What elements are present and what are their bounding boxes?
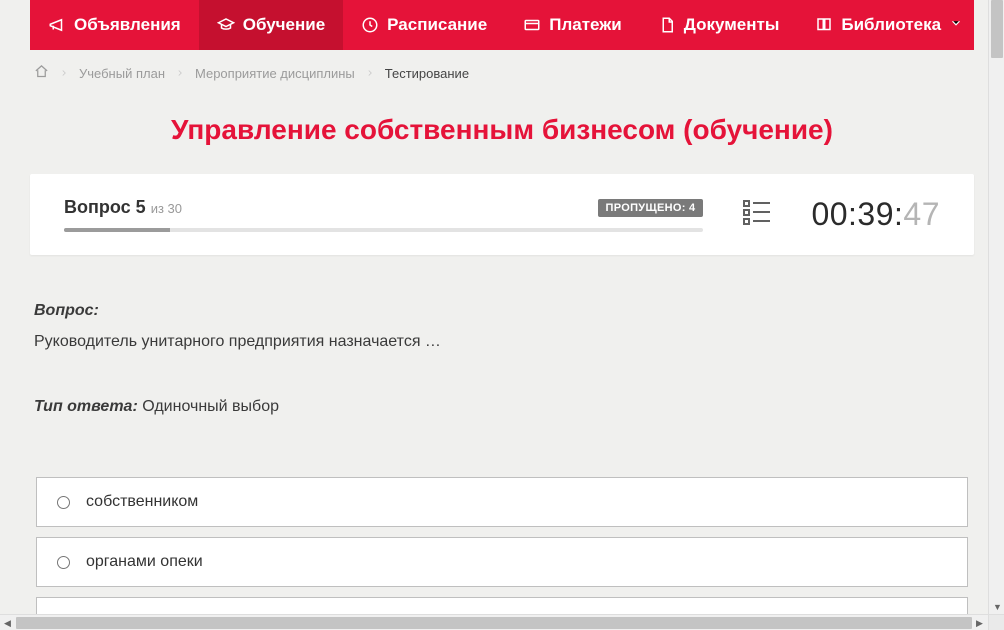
main-nav: Объявления Обучение Расписание Платежи xyxy=(30,0,974,50)
answer-radio[interactable] xyxy=(57,496,70,509)
graduation-icon xyxy=(217,16,235,34)
answer-option[interactable]: органами опеки xyxy=(36,537,968,587)
nav-label: Библиотека xyxy=(841,15,941,35)
question-total: 30 xyxy=(168,201,182,216)
answer-option[interactable]: собранием учредителей xyxy=(36,597,968,614)
chevron-right-icon xyxy=(59,66,69,81)
progress-bar xyxy=(64,228,703,232)
answer-type: Одиночный выбор xyxy=(142,398,279,415)
answer-option[interactable]: собственником xyxy=(36,477,968,527)
question-text: Руководитель унитарного предприятия назн… xyxy=(34,330,970,355)
question-list-toggle[interactable] xyxy=(743,199,771,230)
question-progress: Вопрос 5 из 30 ПРОПУЩЕНО: 4 xyxy=(64,197,703,232)
skipped-badge: ПРОПУЩЕНО: 4 xyxy=(598,199,704,217)
answer-type-label: Тип ответа: xyxy=(34,398,138,415)
progress-fill xyxy=(64,228,170,232)
scroll-down-icon[interactable]: ▼ xyxy=(993,603,1001,611)
chevron-down-icon xyxy=(949,15,963,35)
chevron-right-icon xyxy=(175,66,185,81)
timer: 00:39:47 xyxy=(811,196,940,233)
nav-item-learning[interactable]: Обучение xyxy=(199,0,343,50)
clock-icon xyxy=(361,16,379,34)
horizontal-scrollbar[interactable]: ◀ ▶ xyxy=(0,614,1004,630)
question-word: Вопрос xyxy=(64,197,131,217)
answer-text: собственником xyxy=(86,493,198,511)
scrollbar-corner xyxy=(988,614,1004,630)
nav-item-schedule[interactable]: Расписание xyxy=(343,0,505,50)
nav-label: Платежи xyxy=(549,15,622,35)
timer-main: 00:39: xyxy=(811,196,903,232)
breadcrumb-item-plan[interactable]: Учебный план xyxy=(79,66,165,81)
chevron-right-icon xyxy=(365,66,375,81)
nav-label: Расписание xyxy=(387,15,487,35)
breadcrumb-item-testing: Тестирование xyxy=(385,66,469,81)
vertical-scrollbar[interactable]: ▲ ▼ xyxy=(988,0,1004,614)
nav-label: Объявления xyxy=(74,15,181,35)
home-icon[interactable] xyxy=(34,64,49,82)
question-label: Вопрос: xyxy=(34,299,970,324)
breadcrumb-item-event[interactable]: Мероприятие дисциплины xyxy=(195,66,355,81)
book-icon xyxy=(815,16,833,34)
nav-item-payments[interactable]: Платежи xyxy=(505,0,640,50)
question-current: 5 xyxy=(136,197,146,217)
document-icon xyxy=(658,16,676,34)
question-counter: Вопрос 5 из 30 xyxy=(64,197,182,218)
nav-label: Документы xyxy=(684,15,780,35)
question-of: из xyxy=(151,201,164,216)
scrollbar-thumb[interactable] xyxy=(991,0,1003,58)
nav-label: Обучение xyxy=(243,15,325,35)
question-block: Вопрос: Руководитель унитарного предприя… xyxy=(30,255,974,419)
timer-secs: 47 xyxy=(903,196,940,232)
scroll-right-icon[interactable]: ▶ xyxy=(976,619,984,627)
answer-list: собственником органами опеки собранием у… xyxy=(30,477,974,614)
scroll-left-icon[interactable]: ◀ xyxy=(4,619,12,627)
nav-item-documents[interactable]: Документы xyxy=(640,0,798,50)
status-card: Вопрос 5 из 30 ПРОПУЩЕНО: 4 xyxy=(30,174,974,255)
answer-radio[interactable] xyxy=(57,556,70,569)
answer-text: органами опеки xyxy=(86,553,203,571)
page-title: Управление собственным бизнесом (обучени… xyxy=(30,96,974,174)
breadcrumb: Учебный план Мероприятие дисциплины Тест… xyxy=(30,50,974,96)
scrollbar-thumb[interactable] xyxy=(16,617,972,629)
nav-item-library[interactable]: Библиотека xyxy=(797,0,981,50)
nav-item-announcements[interactable]: Объявления xyxy=(30,0,199,50)
payment-icon xyxy=(523,16,541,34)
megaphone-icon xyxy=(48,16,66,34)
